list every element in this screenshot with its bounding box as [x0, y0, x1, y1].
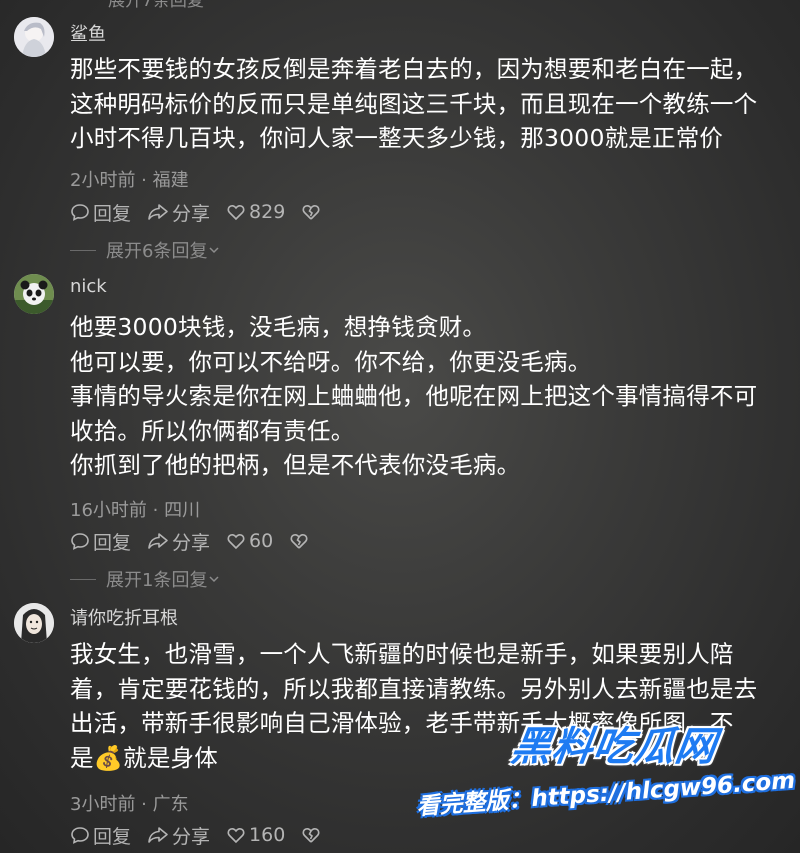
expand-replies[interactable]: 展开1条回复	[70, 567, 221, 591]
reply-icon	[71, 204, 89, 221]
comment-meta: 16小时前 · 四川	[70, 500, 201, 521]
share-button[interactable]: 分享	[147, 822, 210, 849]
comment-text: 他要3000块钱，没毛病，想挣钱贪财。 他可以要，你可以不给呀。你不给，你更没毛…	[70, 313, 758, 479]
comment-actions: 回复 分享 829	[70, 199, 340, 225]
dislike-button[interactable]	[289, 531, 312, 551]
comment-meta: 3小时前 · 广东	[70, 794, 189, 815]
like-count: 60	[249, 530, 274, 552]
share-button[interactable]: 分享	[147, 528, 210, 555]
avatar[interactable]	[14, 17, 54, 57]
share-icon	[148, 204, 168, 220]
expand-replies[interactable]: 展开6条回复	[70, 238, 221, 262]
share-label: 分享	[172, 531, 211, 554]
broken-heart-icon	[290, 534, 308, 549]
broken-heart-icon	[302, 828, 320, 843]
share-label: 分享	[172, 825, 211, 848]
reply-button[interactable]: 回复	[70, 822, 131, 849]
previous-expand-replies[interactable]: 展开7条回复	[108, 0, 204, 11]
reply-label: 回复	[93, 825, 132, 848]
comment-username[interactable]: nick	[70, 276, 107, 297]
comment-username[interactable]: 请你吃折耳根	[70, 604, 178, 630]
reply-icon	[71, 827, 89, 844]
comment-actions: 回复 分享 60	[70, 528, 328, 554]
heart-icon	[227, 828, 245, 844]
reply-icon	[71, 533, 89, 550]
watermark-title: 黑料吃瓜网	[508, 724, 720, 770]
reply-label: 回复	[93, 531, 132, 554]
expand-replies-label: 展开1条回复	[106, 570, 208, 591]
expand-divider	[70, 249, 96, 251]
heart-icon	[227, 205, 245, 221]
reply-label: 回复	[93, 202, 132, 225]
dislike-button[interactable]	[301, 825, 324, 845]
dislike-button[interactable]	[301, 202, 324, 222]
like-button[interactable]: 60	[226, 530, 273, 552]
expand-divider	[70, 578, 96, 580]
share-icon	[148, 827, 168, 843]
like-button[interactable]: 829	[226, 201, 285, 223]
share-icon	[148, 533, 168, 549]
broken-heart-icon	[302, 205, 320, 220]
like-count: 160	[249, 824, 286, 846]
expand-replies-label: 展开6条回复	[106, 241, 208, 262]
comment-meta: 2小时前 · 福建	[70, 170, 189, 191]
chevron-down-icon	[209, 247, 219, 254]
like-count: 829	[249, 201, 286, 223]
avatar[interactable]	[14, 274, 54, 314]
watermark: 黑料吃瓜网 看完整版：https://hlcgw96.com	[412, 708, 800, 843]
reply-button[interactable]: 回复	[70, 199, 131, 226]
chevron-down-icon	[209, 576, 219, 583]
like-button[interactable]: 160	[226, 824, 285, 846]
share-button[interactable]: 分享	[147, 199, 210, 226]
comment-actions: 回复 分享 160	[70, 822, 340, 848]
comment-text: 那些不要钱的女孩反倒是奔着老白去的，因为想要和老白在一起， 这种明码标价的反而只…	[70, 55, 758, 152]
reply-button[interactable]: 回复	[70, 528, 131, 555]
heart-icon	[227, 534, 245, 550]
avatar[interactable]	[14, 603, 54, 643]
share-label: 分享	[172, 202, 211, 225]
comment-username[interactable]: 鲨鱼	[70, 20, 106, 46]
